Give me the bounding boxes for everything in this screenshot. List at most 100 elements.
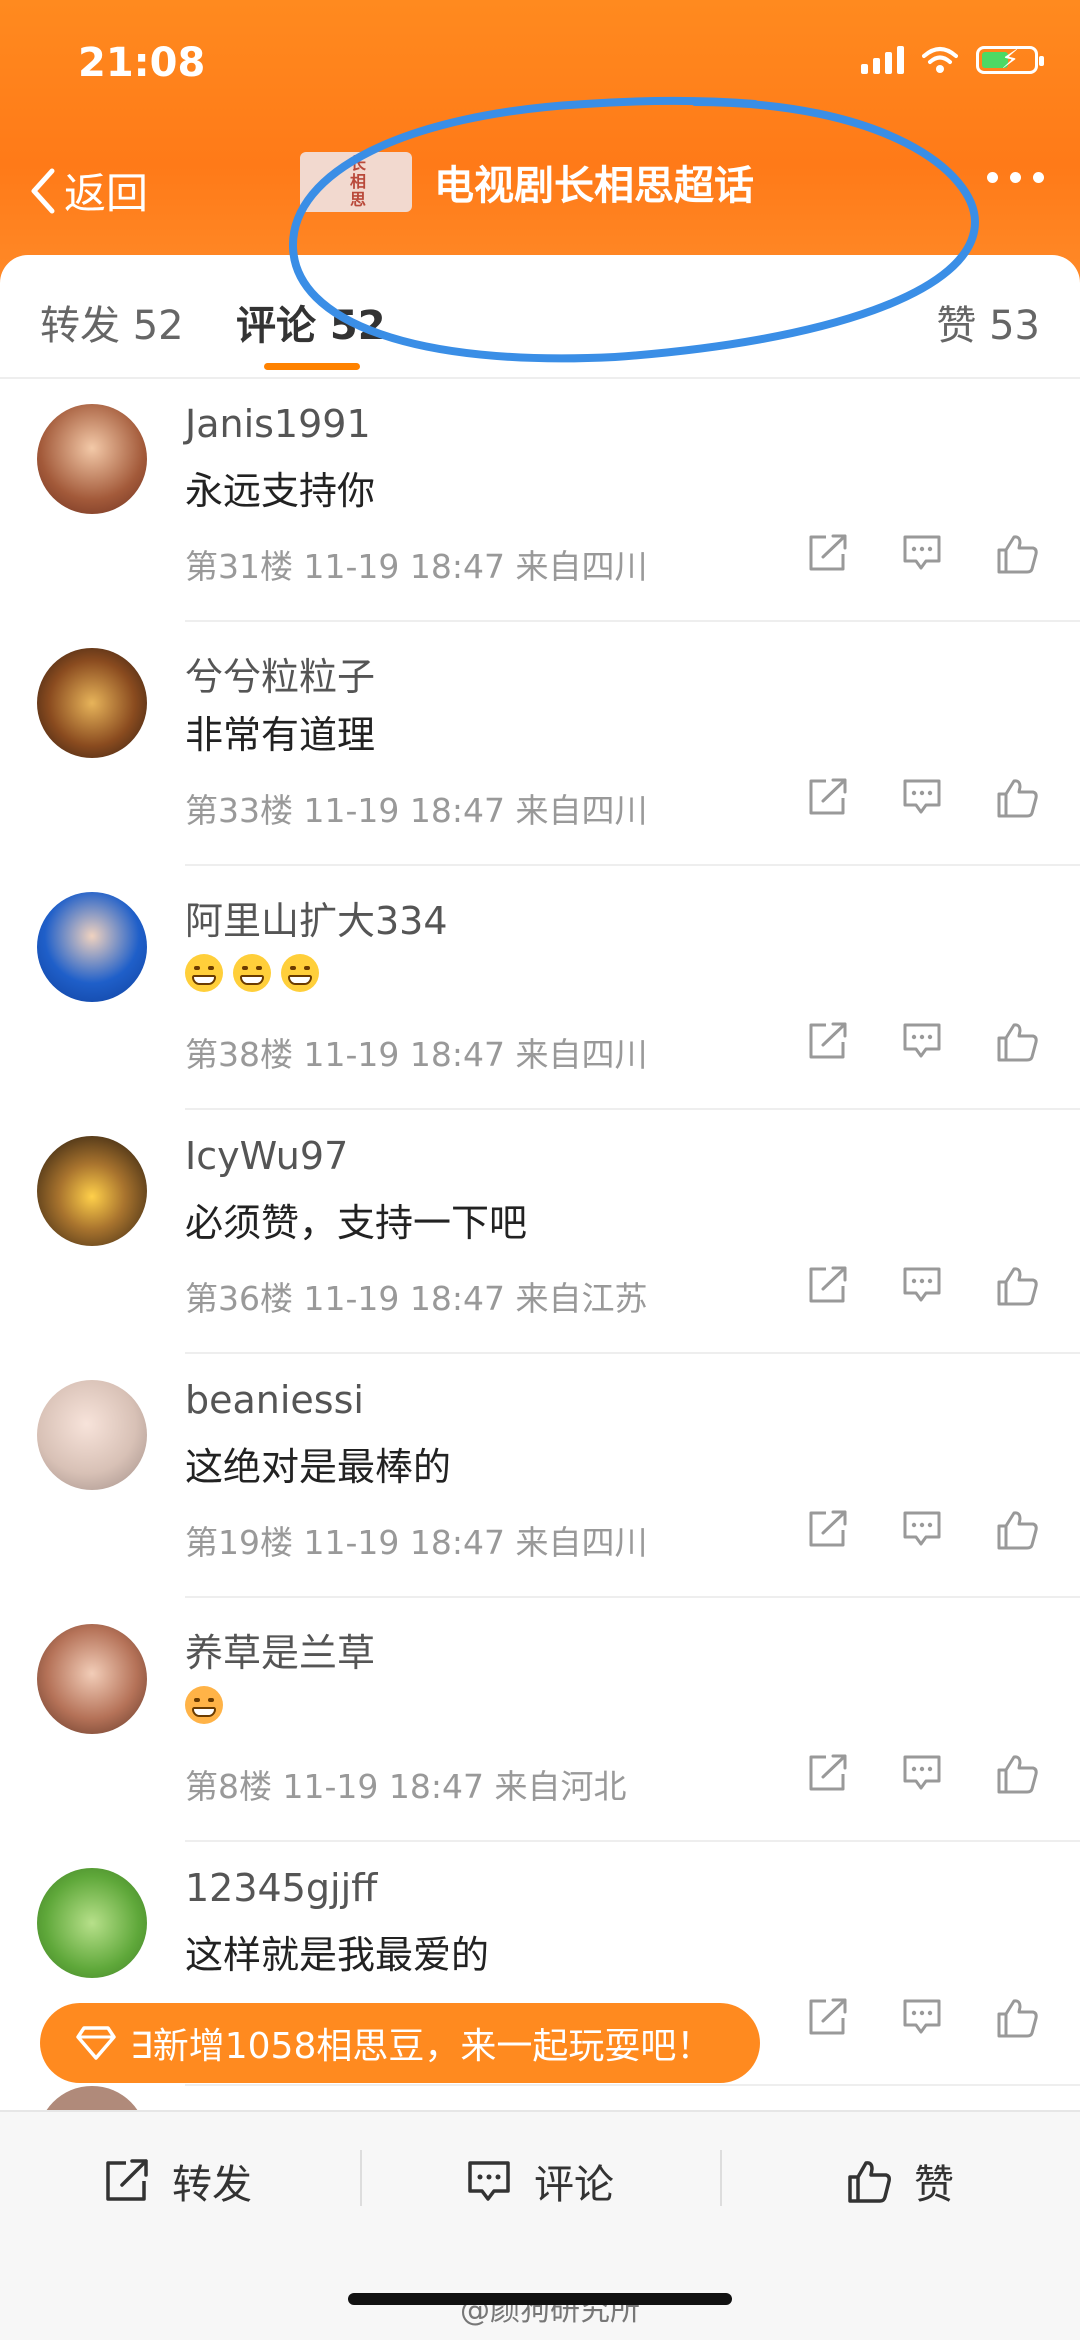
home-indicator [348, 2293, 732, 2305]
status-icons: ⚡ [861, 45, 1044, 75]
comment-emoji [185, 1680, 233, 1724]
thumbs-up-icon[interactable] [996, 1266, 1040, 1306]
comment-text: 必须赞，支持一下吧 [185, 1201, 528, 1245]
page-title[interactable]: 长相思 电视剧长相思超话 [300, 152, 754, 212]
comment-button[interactable]: 评论 [466, 2152, 614, 2210]
watermark: @颜狗研究所 [460, 2293, 640, 2328]
comment-item[interactable]: 养草是兰草 第8楼 11-19 18:47 来自河北 [0, 1598, 1080, 1842]
username[interactable]: beaniessi [185, 1378, 364, 1422]
share-icon[interactable] [808, 1754, 848, 1792]
username[interactable]: 养草是兰草 [185, 1622, 375, 1677]
thumbs-up-icon[interactable] [996, 1022, 1040, 1062]
thumb-text: 长相思 [347, 155, 366, 209]
share-icon[interactable] [808, 1998, 848, 2036]
emoji-icon [281, 953, 319, 992]
avatar[interactable] [37, 404, 147, 514]
tab-repost[interactable]: 转发 52 [40, 293, 184, 351]
thumbs-up-icon[interactable] [996, 1754, 1040, 1794]
divider [720, 2150, 722, 2206]
thumbs-up-icon[interactable] [996, 778, 1040, 818]
comment-item[interactable]: IcyWu97 必须赞，支持一下吧 第36楼 11-19 18:47 来自江苏 [0, 1110, 1080, 1354]
share-icon[interactable] [808, 1022, 848, 1060]
comment-actions [808, 778, 1040, 818]
avatar[interactable] [37, 1868, 147, 1978]
more-button[interactable] [987, 172, 1044, 183]
reply-icon[interactable] [902, 1510, 942, 1548]
reply-icon[interactable] [902, 534, 942, 572]
tab-like[interactable]: 赞 53 [936, 293, 1040, 351]
diamond-icon [76, 2026, 116, 2060]
share-icon[interactable] [808, 778, 848, 816]
username[interactable]: IcyWu97 [185, 1134, 348, 1178]
comment-label: 评论 [534, 2162, 614, 2208]
back-label: 返回 [64, 169, 149, 218]
avatar[interactable] [37, 892, 147, 1002]
emoji-icon [185, 953, 223, 992]
share-icon[interactable] [808, 534, 848, 572]
share-icon[interactable] [808, 1510, 848, 1548]
tab-bar: 转发 52 评论 52 赞 53 [0, 255, 1080, 379]
back-button[interactable]: 返回 [30, 160, 148, 221]
comment-meta: 第33楼 11-19 18:47 来自四川 [185, 791, 648, 830]
supertopic-thumbnail: 长相思 [300, 152, 412, 212]
reply-icon[interactable] [902, 1998, 942, 2036]
notification-toast[interactable]: ∃新增1058相思豆，来一起玩耍吧！ [40, 2003, 760, 2083]
comment-meta: 第38楼 11-19 18:47 来自四川 [185, 1035, 648, 1074]
thumbs-up-icon[interactable] [996, 534, 1040, 574]
signal-icon [861, 46, 904, 74]
like-button[interactable]: 赞 [846, 2152, 954, 2210]
reply-icon[interactable] [902, 1754, 942, 1792]
avatar[interactable] [37, 648, 147, 758]
username[interactable]: 兮兮粒粒子 [185, 646, 375, 701]
comment-meta: 第19楼 11-19 18:47 来自四川 [185, 1523, 648, 1562]
comment-item[interactable]: beaniessi 这绝对是最棒的 第19楼 11-19 18:47 来自四川 [0, 1354, 1080, 1598]
comment-emoji [185, 948, 329, 992]
comment-actions [808, 1510, 1040, 1550]
comment-text: 非常有道理 [185, 713, 376, 757]
comment-meta: 第31楼 11-19 18:47 来自四川 [185, 547, 648, 586]
comment-meta: 第8楼 11-19 18:47 来自河北 [185, 1767, 627, 1806]
like-label: 赞 [914, 2162, 954, 2208]
wifi-icon [922, 47, 958, 73]
comment-text: 这样就是我最爱的 [185, 1933, 490, 1977]
comment-meta: 第36楼 11-19 18:47 来自江苏 [185, 1279, 648, 1318]
share-icon [106, 2159, 148, 2201]
share-icon[interactable] [808, 1266, 848, 1304]
title-text: 电视剧长相思超话 [434, 163, 754, 209]
reply-icon[interactable] [902, 778, 942, 816]
emoji-icon [185, 1685, 223, 1724]
divider [185, 2084, 1080, 2086]
comment-actions [808, 1022, 1040, 1062]
tab-comment[interactable]: 评论 52 [236, 293, 386, 351]
comment-text: 永远支持你 [185, 469, 376, 513]
thumbs-up-icon[interactable] [996, 1998, 1040, 2038]
avatar[interactable] [37, 1624, 147, 1734]
emoji-icon [233, 953, 271, 992]
thumbs-up-icon[interactable] [996, 1510, 1040, 1550]
comment-actions [808, 1754, 1040, 1794]
reply-icon[interactable] [902, 1266, 942, 1304]
comment-icon [468, 2161, 510, 2201]
comment-actions [808, 1998, 1040, 2038]
comment-actions [808, 534, 1040, 574]
battery-icon: ⚡ [976, 45, 1044, 75]
username[interactable]: 12345gjjff [185, 1866, 377, 1910]
repost-button[interactable]: 转发 [104, 2152, 252, 2210]
active-tab-indicator [264, 363, 360, 370]
chevron-left-icon [31, 168, 55, 213]
comment-actions [808, 1266, 1040, 1306]
toast-text: ∃新增1058相思豆，来一起玩耍吧！ [130, 2026, 713, 2067]
avatar[interactable] [37, 1380, 147, 1490]
thumbs-up-icon [848, 2161, 891, 2203]
username[interactable]: Janis1991 [185, 402, 371, 446]
status-time: 21:08 [78, 40, 206, 86]
divider [360, 2150, 362, 2206]
username[interactable]: 阿里山扩大334 [185, 890, 448, 945]
repost-label: 转发 [172, 2162, 252, 2208]
reply-icon[interactable] [902, 1022, 942, 1060]
comment-item[interactable]: Janis1991 永远支持你 第31楼 11-19 18:47 来自四川 [0, 378, 1080, 622]
comment-item[interactable]: 阿里山扩大334 第38楼 11-19 18:47 来自四川 [0, 866, 1080, 1110]
comment-item[interactable]: 兮兮粒粒子 非常有道理 第33楼 11-19 18:47 来自四川 [0, 622, 1080, 866]
avatar[interactable] [37, 1136, 147, 1246]
comment-text: 这绝对是最棒的 [185, 1445, 452, 1489]
